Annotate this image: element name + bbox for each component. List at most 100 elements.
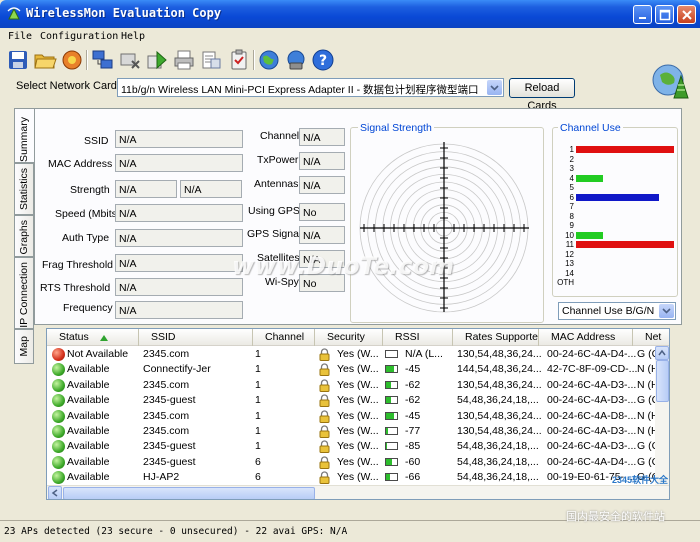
open-folder-icon[interactable] bbox=[33, 48, 57, 72]
cell-mac: 00-24-6C-4A-D3-... bbox=[547, 440, 637, 453]
channel-label: Channel bbox=[260, 130, 300, 142]
cell-ssid: HJ-AP2 bbox=[143, 471, 180, 484]
connect-globe-icon[interactable] bbox=[284, 48, 308, 72]
maximize-button[interactable] bbox=[655, 5, 674, 24]
status-available-icon bbox=[52, 378, 65, 392]
record-icon[interactable] bbox=[60, 48, 84, 72]
tab-graphs[interactable]: Graphs bbox=[14, 215, 34, 257]
table-row[interactable]: Available 2345-guest 1 Yes (W... -62 54,48,36… bbox=[47, 393, 669, 408]
table-row[interactable]: Available Connectify-Jer 1 Yes (W... -45 144,… bbox=[47, 362, 669, 377]
maximize-icon bbox=[659, 9, 671, 21]
cell-mac: 00-24-6C-4A-D8-... bbox=[547, 409, 637, 422]
clipboard-icon[interactable] bbox=[199, 48, 223, 72]
ssid-field: N/A bbox=[115, 130, 243, 148]
vertical-scroll-thumb[interactable] bbox=[656, 360, 669, 402]
table-row[interactable]: Available HJ-AP2 6 Yes (W... -66 54,48,36,24,… bbox=[47, 470, 669, 485]
table-row[interactable]: Available 2345-guest 6 Yes (W... -60 54,48,36… bbox=[47, 455, 669, 470]
network-card-select[interactable]: 11b/g/n Wireless LAN Mini-PCI Express Ad… bbox=[117, 78, 504, 97]
cell-channel: 1 bbox=[255, 440, 261, 453]
globe-icon[interactable] bbox=[257, 48, 281, 72]
cell-channel: 1 bbox=[255, 378, 261, 391]
menu-help[interactable]: Help bbox=[121, 31, 145, 42]
column-security[interactable]: Security bbox=[315, 329, 383, 346]
gps-signal-field: N/A bbox=[299, 226, 345, 244]
channel-number-4: 4 bbox=[569, 173, 574, 183]
minimize-icon bbox=[639, 17, 646, 19]
table-row[interactable]: Available 2345.com 1 Yes (W... -77 130,54,48,… bbox=[47, 424, 669, 439]
watermark-center: www.DuoTe.com bbox=[232, 252, 454, 280]
antennas-field: N/A bbox=[299, 176, 345, 194]
menu-file[interactable]: File bbox=[8, 31, 32, 42]
column-ssid[interactable]: SSID bbox=[139, 329, 253, 346]
scroll-up-button[interactable] bbox=[655, 346, 669, 360]
cell-rssi: -45 bbox=[405, 363, 421, 376]
cell-rssi: -60 bbox=[405, 455, 421, 468]
channel-number-oth: OTH bbox=[557, 278, 574, 287]
disconnect-icon[interactable] bbox=[118, 48, 142, 72]
help-icon[interactable]: ? bbox=[311, 48, 335, 72]
reload-cards-button[interactable]: Reload Cards bbox=[509, 78, 575, 112]
cell-rates: 144,54,48,36,24... bbox=[457, 363, 542, 376]
channel-number-8: 8 bbox=[569, 211, 574, 221]
print-icon[interactable] bbox=[172, 48, 196, 72]
frequency-field: N/A bbox=[115, 301, 243, 319]
save-icon[interactable] bbox=[6, 48, 30, 72]
column-rssi[interactable]: RSSI bbox=[383, 329, 453, 346]
status-available-icon bbox=[52, 394, 65, 408]
cell-mac: 42-7C-8F-09-CD-... bbox=[547, 363, 638, 376]
table-row[interactable]: Available 2345-guest 1 Yes (W... -85 54,48,36… bbox=[47, 439, 669, 454]
table-row[interactable]: Available 2345.com 1 Yes (W... -62 130,54,48,… bbox=[47, 378, 669, 393]
table-row[interactable]: Not Available 2345.com 1 Yes (W... N/A (L...… bbox=[47, 347, 669, 362]
cell-rates: 54,48,36,24,18,... bbox=[457, 394, 539, 407]
channel-use-select[interactable]: Channel Use B/G/N bbox=[558, 302, 676, 320]
clipboard-check-icon[interactable] bbox=[227, 48, 251, 72]
vertical-scrollbar[interactable] bbox=[655, 346, 669, 485]
vertical-tabs: Summary Statistics Graphs IP Connection … bbox=[14, 108, 34, 368]
tab-map[interactable]: Map bbox=[14, 329, 34, 364]
cell-mac: 00-24-6C-4A-D4-... bbox=[547, 455, 637, 468]
chevron-down-icon[interactable] bbox=[659, 304, 674, 318]
export-icon[interactable] bbox=[145, 48, 169, 72]
cell-mac: 00-24-6C-4A-D3-... bbox=[547, 425, 637, 437]
cell-status: Available bbox=[67, 378, 110, 391]
cell-status: Available bbox=[67, 440, 110, 453]
watermark-small: 2345软件大全 bbox=[612, 475, 669, 485]
tab-summary[interactable]: Summary bbox=[14, 108, 34, 163]
channel-bar-11 bbox=[576, 241, 674, 248]
column-rates[interactable]: Rates Supported bbox=[453, 329, 539, 346]
lock-icon bbox=[319, 348, 330, 361]
scroll-left-button[interactable] bbox=[48, 486, 62, 499]
chevron-down-icon[interactable] bbox=[487, 80, 502, 95]
signal-meter-icon bbox=[385, 350, 398, 358]
menu-configuration[interactable]: Configuration bbox=[40, 31, 118, 42]
tab-ip-connection[interactable]: IP Connection bbox=[14, 257, 34, 329]
cell-ssid: 2345.com bbox=[143, 425, 190, 437]
cell-security: Yes (W... bbox=[337, 440, 379, 453]
rts-threshold-field: N/A bbox=[115, 278, 243, 296]
cell-channel: 6 bbox=[255, 455, 261, 468]
minimize-button[interactable] bbox=[633, 5, 652, 24]
cell-channel: 1 bbox=[255, 394, 261, 407]
close-button[interactable] bbox=[677, 5, 696, 24]
signal-radar bbox=[359, 142, 529, 313]
cell-rssi: -85 bbox=[405, 440, 421, 453]
title-bar: WirelessMon Evaluation Copy bbox=[0, 0, 700, 28]
tab-statistics[interactable]: Statistics bbox=[14, 163, 34, 215]
column-net[interactable]: Net bbox=[633, 329, 669, 346]
cell-status: Available bbox=[67, 471, 110, 484]
cell-rates: 130,54,48,36,24... bbox=[457, 425, 542, 437]
cell-security: Yes (W... bbox=[337, 378, 379, 391]
lock-icon bbox=[319, 363, 330, 377]
status-unavailable-icon bbox=[52, 348, 65, 361]
signal-meter-icon bbox=[385, 380, 398, 389]
network-icon[interactable] bbox=[91, 48, 115, 72]
column-mac[interactable]: MAC Address bbox=[539, 329, 633, 346]
horizontal-scroll-thumb[interactable] bbox=[63, 487, 315, 499]
cell-status: Available bbox=[67, 425, 110, 437]
column-status[interactable]: Status bbox=[47, 329, 139, 346]
column-channel[interactable]: Channel bbox=[253, 329, 315, 346]
table-row[interactable]: Available 2345.com 1 Yes (W... -45 130,54,48,… bbox=[47, 409, 669, 424]
speed-label: Speed (Mbits) bbox=[55, 208, 121, 220]
cell-ssid: 2345-guest bbox=[143, 394, 196, 407]
horizontal-scrollbar[interactable] bbox=[47, 485, 669, 499]
